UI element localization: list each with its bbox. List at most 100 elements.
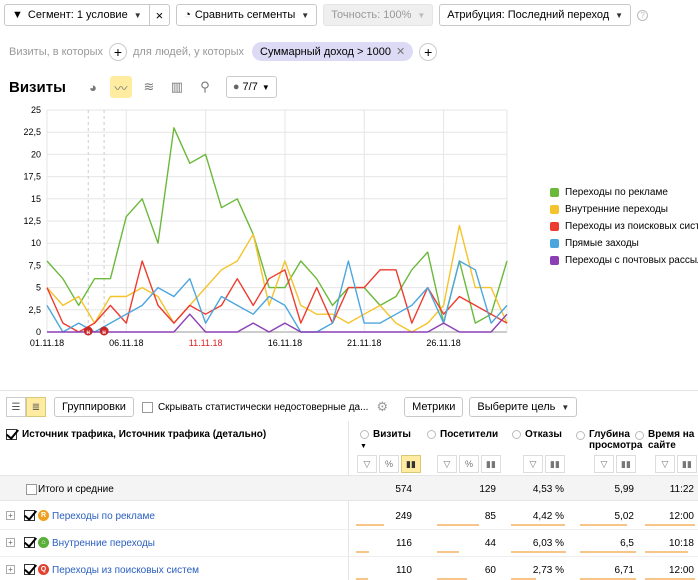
info-icon — [576, 431, 585, 440]
row-value: 6,71 — [614, 565, 634, 576]
map-pin-icon[interactable]: ⚲ — [194, 76, 216, 98]
graph-title: Визиты — [9, 78, 66, 96]
list-view-icon[interactable]: ☰ — [6, 397, 26, 417]
bar-chart-icon[interactable]: ▥ — [166, 76, 188, 98]
gear-icon[interactable]: ⚙ — [376, 399, 388, 415]
segment-button[interactable]: ▼ Сегмент: 1 условие ▼ — [4, 4, 150, 26]
legend-item[interactable]: Внутренние переходы — [550, 204, 698, 215]
row-label[interactable]: Переходы по рекламе — [52, 511, 155, 522]
row-checkbox[interactable] — [26, 484, 37, 495]
graph-header: Визиты ◕ 〰 ≋ ▥ ⚲ ● 7/7 ▼ — [9, 76, 277, 98]
add-people-condition-button[interactable]: + — [419, 42, 438, 61]
dimension-header[interactable]: Источник трафика, Источник трафика (дета… — [22, 429, 332, 469]
pie-chart-icon[interactable]: ◕ — [82, 76, 104, 98]
accuracy-button[interactable]: Точность: 100% ▼ — [323, 4, 434, 26]
condition-chip[interactable]: Суммарный доход > 1000 ✕ — [252, 42, 414, 61]
bar-chart-icon[interactable]: ▮▮ — [481, 455, 501, 473]
compare-label: Сравнить сегменты — [194, 9, 296, 21]
table-row[interactable]: + ⌂ Внутренние переходы 116 44 6,03 % 6,5 10:18 — [0, 530, 698, 557]
visitors-column-tools: ▽% ▮▮ — [437, 455, 503, 473]
grouping-button[interactable]: Группировки — [54, 397, 134, 417]
row-checkbox[interactable] — [24, 510, 35, 521]
series-line[interactable] — [47, 313, 508, 333]
metrics-button[interactable]: Метрики — [404, 397, 464, 417]
value-bar — [356, 551, 369, 553]
select-all-checkbox[interactable] — [6, 429, 17, 440]
legend-label: Переходы с почтовых рассылок — [565, 255, 698, 266]
y-tick-label: 10 — [31, 238, 41, 248]
filter-icon: ▼ — [12, 9, 23, 21]
grouping-label: Группировки — [62, 401, 126, 413]
annotation-label: н — [102, 330, 106, 336]
value-bar — [511, 551, 566, 553]
attribution-button[interactable]: Атрибуция: Последний переход ▼ — [439, 4, 632, 26]
value-bar — [580, 524, 627, 526]
visits-where-label: Визиты, в которых — [9, 45, 103, 58]
annotation-label: н — [86, 330, 90, 336]
chevron-down-icon: ▼ — [615, 10, 624, 20]
totals-visits: 574 — [395, 484, 412, 495]
series-line[interactable] — [46, 224, 508, 333]
tree-view-icon[interactable]: ≣ — [26, 397, 46, 417]
row-checkbox[interactable] — [24, 564, 35, 575]
help-icon[interactable]: ? — [637, 9, 649, 21]
clear-segment-button[interactable]: × — [149, 4, 171, 26]
y-tick-label: 0 — [36, 327, 41, 337]
hide-unreliable-checkbox[interactable] — [141, 401, 153, 413]
bar-chart-icon[interactable]: ▮▮ — [677, 455, 697, 473]
row-value: 6,03 % — [532, 538, 564, 549]
row-label[interactable]: Внутренние переходы — [52, 538, 155, 549]
filter-icon[interactable]: ▽ — [523, 455, 543, 473]
info-icon — [360, 429, 369, 439]
legend-item[interactable]: Переходы с почтовых рассылок — [550, 255, 698, 266]
row-value: 44 — [484, 538, 496, 549]
report-table: ☰ ≣ Группировки Скрывать статистически н… — [0, 390, 698, 580]
x-tick-label: 26.11.18 — [426, 338, 460, 348]
legend-item[interactable]: Переходы из поисковых систем — [550, 221, 698, 232]
filter-icon[interactable]: ▽ — [655, 455, 675, 473]
legend-swatch — [550, 188, 559, 197]
value-bar — [645, 524, 695, 526]
expand-icon[interactable]: + — [6, 565, 15, 574]
percent-icon[interactable]: % — [459, 455, 479, 473]
chevron-down-icon: ▼ — [301, 10, 310, 20]
compare-segments-button[interactable]: ◔ Сравнить сегменты ▼ — [176, 4, 318, 26]
y-tick-label: 22,5 — [23, 127, 41, 137]
y-tick-label: 12,5 — [23, 216, 41, 226]
column-label: Посетители — [440, 429, 499, 440]
expand-icon[interactable]: + — [6, 511, 15, 520]
row-checkbox[interactable] — [24, 537, 35, 548]
y-tick-label: 20 — [31, 149, 41, 159]
bar-chart-icon[interactable]: ▮▮ — [616, 455, 636, 473]
ad-icon: R — [38, 510, 49, 521]
close-icon[interactable]: ✕ — [396, 45, 405, 58]
legend-label: Внутренние переходы — [565, 204, 668, 215]
add-visit-condition-button[interactable]: + — [109, 42, 127, 61]
filter-icon[interactable]: ▽ — [437, 455, 457, 473]
value-bar — [580, 551, 636, 553]
bar-chart-icon[interactable]: ▮▮ — [545, 455, 565, 473]
table-row[interactable]: + R Переходы по рекламе 249 85 4,42 % 5,02 12:0… — [0, 503, 698, 530]
info-icon — [635, 431, 644, 440]
filter-icon[interactable]: ▽ — [594, 455, 614, 473]
expand-icon[interactable]: + — [6, 538, 15, 547]
y-tick-label: 7,5 — [28, 260, 41, 270]
legend-item[interactable]: Переходы по рекламе — [550, 187, 698, 198]
metrics-label: Метрики — [412, 401, 456, 413]
x-tick-label: 01.11.18 — [30, 338, 64, 348]
area-chart-icon[interactable]: ≋ — [138, 76, 160, 98]
percent-icon[interactable]: % — [379, 455, 399, 473]
legend-item[interactable]: Прямые заходы — [550, 238, 698, 249]
series-counter-button[interactable]: ● 7/7 ▼ — [225, 76, 277, 98]
filter-icon[interactable]: ▽ — [357, 455, 377, 473]
series-line[interactable] — [46, 127, 508, 324]
compare-icon: ◔ — [184, 9, 191, 21]
bar-chart-icon[interactable]: ▮▮ — [401, 455, 421, 473]
series-counter-label: 7/7 — [242, 81, 258, 93]
line-chart-icon[interactable]: 〰 — [109, 76, 132, 98]
goal-select[interactable]: Выберите цель ▼ — [469, 397, 578, 417]
row-value: 12:00 — [668, 565, 694, 576]
column-label: Визиты — [373, 429, 411, 440]
row-label[interactable]: Переходы из поисковых систем — [52, 565, 199, 576]
table-row[interactable]: + Q Переходы из поисковых систем 110 60 2,73 … — [0, 557, 698, 580]
